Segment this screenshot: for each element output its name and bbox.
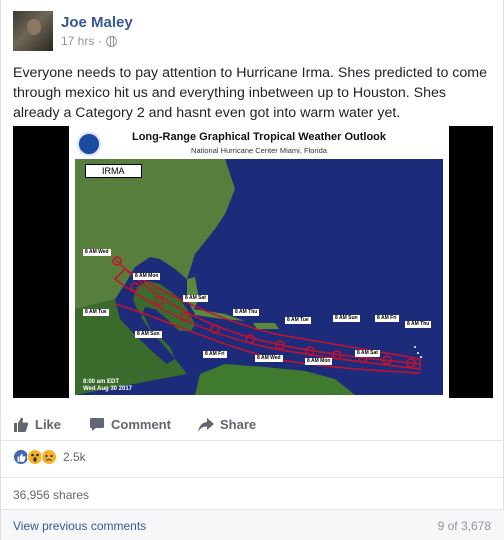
like-label: Like [35,417,62,432]
share-button[interactable]: Share [198,417,256,432]
divider [1,477,504,478]
post-card: Joe Maley 17 hrs · Everyone needs to pay… [0,0,504,540]
share-arrow-icon [198,417,214,432]
hurricane-map: IRMA 8 AM Wed 8 AM Mon 8 AM Sat 8 AM Thu… [75,159,443,395]
map-subtitle: National Hurricane Center Miami, Florida [191,146,327,155]
weather-outlook-graphic: Long-Range Graphical Tropical Weather Ou… [69,126,449,398]
post-text: Everyone needs to pay attention to Hurri… [13,65,487,121]
comment-icon [90,418,104,431]
view-previous-comments-link[interactable]: View previous comments [13,519,146,533]
share-count[interactable]: 36,956 shares [13,488,89,502]
track-label: 8 AM Mon [133,273,161,280]
track-label: 8 AM Sun [333,315,360,322]
action-bar: Like Comment Share [1,409,504,441]
reactions-summary[interactable]: 2.5k [13,449,86,465]
post-meta: 17 hrs · [61,34,118,48]
post-image[interactable]: Long-Range Graphical Tropical Weather Ou… [13,126,493,398]
track-label: 8 AM Sat [183,295,208,302]
hispaniola-land [253,323,279,329]
map-timestamp: 8:00 am EDT Wed Aug 30 2017 [83,379,132,393]
track-label: 8 AM Tue [285,317,311,324]
meta-separator: · [98,34,103,48]
comments-bar: View previous comments 9 of 3,678 [1,509,504,540]
track-label: 8 AM Fri [375,315,399,322]
track-label: 8 AM Thu [233,309,260,316]
track-label: 8 AM Mon [305,358,333,365]
track-label: 8 AM Wed [255,355,283,362]
thumbs-up-icon [14,417,29,432]
storm-name-label: IRMA [85,164,142,178]
author-name[interactable]: Joe Maley [61,14,133,31]
track-label: 8 AM Wed [83,249,111,256]
reaction-count: 2.5k [63,450,86,464]
track-label: 8 AM Sat [355,350,380,357]
post-time[interactable]: 17 hrs [61,34,94,48]
globe-icon[interactable] [106,35,118,47]
comment-label: Comment [111,417,171,432]
track-label: 8 AM Sun [135,331,162,338]
sad-reaction-icon [41,449,57,465]
map-title: Long-Range Graphical Tropical Weather Ou… [131,131,387,143]
timestamp-time: 8:00 am EDT [83,379,120,385]
like-button[interactable]: Like [13,417,61,432]
comment-position: 9 of 3,678 [437,519,491,533]
south-america-land [195,364,355,395]
track-label: 8 AM Fri [203,351,227,358]
comment-button[interactable]: Comment [89,417,171,432]
author-avatar[interactable] [13,11,53,51]
track-label: 8 AM Tue [83,309,109,316]
share-label: Share [220,417,257,432]
track-label: 8 AM Thu [405,321,432,328]
timestamp-date: Wed Aug 30 2017 [83,386,133,392]
